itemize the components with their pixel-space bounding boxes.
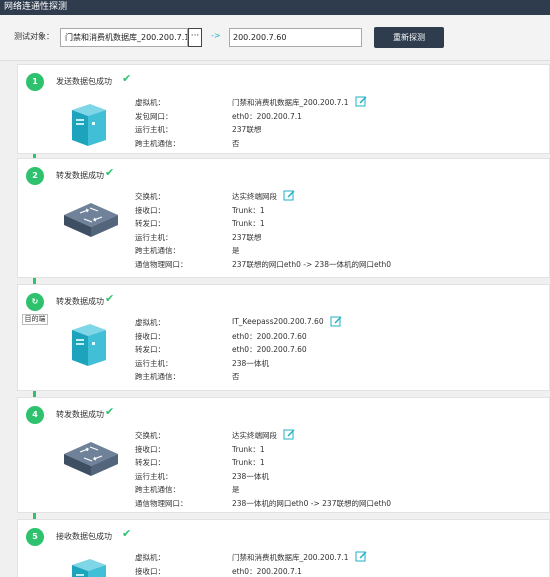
switch-icon [62,440,120,482]
field-label: 通信物理网口： [135,498,188,508]
step-number: 5 [26,528,44,546]
window-title: 网络连通性探测 [0,0,550,15]
field-label: 转发口： [135,458,165,467]
destination-tag: 目的端 [22,314,48,325]
success-check-icon: ✔ [105,292,115,305]
step-number: 2 [26,167,44,185]
edit-icon[interactable] [330,315,342,327]
field-label: 跨主机通信： [135,485,180,494]
field-label: 虚拟机： [135,98,165,107]
field-label: 转发口： [135,345,165,354]
field-value: eth0：200.200.7.60 [232,345,307,354]
success-check-icon: ✔ [122,72,132,85]
field-label: 运行主机： [135,125,173,134]
field-value: 238一体机 [232,471,269,481]
step-card: ↻ 转发数据成功 ✔ 目的端 虚拟机： IT_Keepass200.200.7.60 接收口… [17,284,550,391]
field-label: 虚拟机： [135,318,165,327]
field-value: eth0：200.200.7.1 [232,111,302,121]
field-value: Trunk：1 [232,205,265,215]
field-value: 门禁和消费机数据库_200.200.7.1 [232,553,349,562]
select-source-button[interactable]: ··· [188,28,202,47]
field-label: 跨主机通信： [135,246,180,255]
field-value: 238一体机的网口eth0 -> 237联想的网口eth0 [232,498,392,508]
field-value: 是 [232,485,240,494]
step-title: 接收数据包成功 [56,532,112,541]
field-value: eth0：200.200.7.60 [232,331,307,341]
field-label: 接收口： [135,205,165,215]
field-value: 237联想的网口eth0 -> 238一体机的网口eth0 [232,259,392,269]
server-icon [68,320,110,370]
step-number: 1 [26,73,44,91]
edit-icon[interactable] [355,550,367,562]
field-value: 是 [232,246,240,255]
field-label: 虚拟机： [135,553,165,562]
field-label: 转发口： [135,219,165,228]
toolbar: 测试对象： 门禁和消费机数据库_200.200.7.1 ··· -> 200.2… [0,15,550,61]
edit-icon[interactable] [283,428,295,440]
test-object-label: 测试对象： [14,32,54,41]
step-card: 5 接收数据包成功 ✔ 虚拟机： 门禁和消费机数据库_200.200.7.1 接收口： et… [17,519,550,577]
field-label: 接收口： [135,566,165,576]
server-icon [68,555,110,577]
field-label: 跨主机通信： [135,138,180,148]
field-value: 否 [232,372,240,381]
step-title: 转发数据成功 [56,297,104,306]
success-check-icon: ✔ [105,166,115,179]
field-value: 门禁和消费机数据库_200.200.7.1 [232,98,349,107]
step-title: 转发数据成功 [56,171,104,180]
field-value: IT_Keepass200.200.7.60 [232,317,324,326]
field-value: Trunk：1 [232,458,265,467]
target-ip-input[interactable]: 200.200.7.60 [229,28,362,47]
source-object-input[interactable]: 门禁和消费机数据库_200.200.7.1 [60,28,188,47]
server-icon [68,100,110,150]
field-label: 接收口： [135,444,165,454]
field-value: 否 [232,138,240,148]
step-refresh-icon: ↻ [26,293,44,311]
field-value: Trunk：1 [232,219,265,228]
step-card: 2 转发数据成功 ✔ 交换机： 达实终端网段接收口： Trunk：1 转发口： Trunk：1… [17,158,550,278]
field-value: 237联想 [232,125,262,134]
field-label: 接收口： [135,331,165,341]
success-check-icon: ✔ [122,527,132,540]
field-label: 发包网口： [135,111,173,121]
field-value: eth0：200.200.7.1 [232,566,302,576]
step-number: 4 [26,406,44,424]
direction-arrow-icon: -> [211,31,221,40]
field-label: 运行主机： [135,358,173,368]
field-label: 交换机： [135,431,165,440]
field-label: 通信物理网口： [135,259,188,269]
field-label: 运行主机： [135,471,173,481]
field-value: Trunk：1 [232,444,265,454]
step-title: 转发数据成功 [56,410,104,419]
redetect-button[interactable]: 重新探测 [374,27,444,48]
step-title: 发送数据包成功 [56,77,112,86]
step-card: 1 发送数据包成功 ✔ 虚拟机： 门禁和消费机数据库_200.200.7.1 发包网口： e… [17,64,550,154]
field-label: 跨主机通信： [135,372,180,381]
field-label: 运行主机： [135,232,173,242]
edit-icon[interactable] [355,95,367,107]
field-label: 交换机： [135,192,165,201]
field-value: 达实终端网段 [232,431,277,440]
field-value: 237联想 [232,232,262,242]
field-value: 238一体机 [232,358,269,368]
edit-icon[interactable] [283,189,295,201]
switch-icon [62,201,120,243]
success-check-icon: ✔ [105,405,115,418]
step-card: 4 转发数据成功 ✔ 交换机： 达实终端网段接收口： Trunk：1 转发口： Trunk：1… [17,397,550,513]
field-value: 达实终端网段 [232,192,277,201]
probe-results-panel: 1 发送数据包成功 ✔ 虚拟机： 门禁和消费机数据库_200.200.7.1 发包网口： e… [0,61,550,577]
